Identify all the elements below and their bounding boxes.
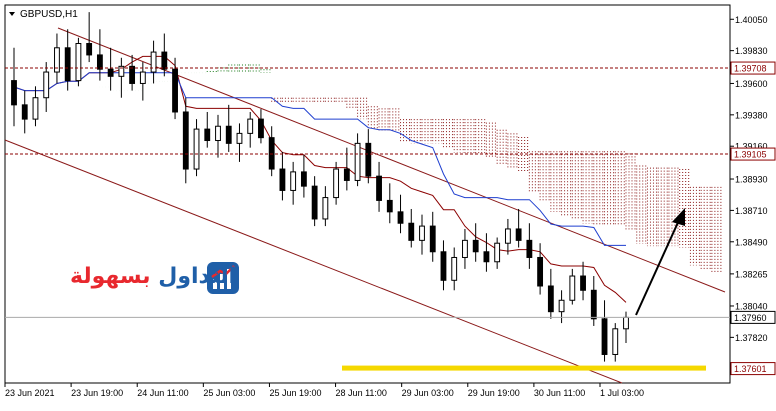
candle-body — [558, 299, 565, 313]
y-tick-label: 1.39600 — [735, 79, 768, 89]
candle-body — [537, 256, 544, 287]
candle-body — [333, 168, 340, 199]
candle-body — [590, 289, 597, 320]
candle-body — [43, 71, 50, 99]
x-tick-label: 23 Jun 19:00 — [71, 388, 123, 398]
x-tick-label: 23 Jun 2021 — [5, 388, 55, 398]
candle-body — [483, 251, 490, 263]
logo-text-accent: بسهولة — [70, 264, 151, 289]
x-tick-label: 24 Jun 11:00 — [137, 388, 188, 398]
candle-body — [215, 125, 221, 142]
candle-body — [526, 239, 533, 258]
candle-body — [376, 175, 382, 201]
candle-body — [462, 239, 468, 258]
y-tick-label: 1.38265 — [735, 269, 768, 279]
candle-body — [419, 225, 425, 241]
candle-body — [322, 197, 329, 220]
candle-body — [623, 316, 629, 330]
candle-body — [601, 318, 608, 355]
candle-body — [193, 128, 200, 170]
candle-body — [96, 54, 103, 70]
candle-body — [11, 80, 17, 106]
candle-body — [161, 51, 168, 70]
logo-text: التداول بسهولة — [70, 264, 236, 289]
chart-title: GBPUSD,H1 — [20, 9, 78, 20]
candle-body — [612, 328, 619, 355]
candle-body — [580, 275, 586, 291]
x-tick-label: 30 Jun 11:00 — [534, 388, 585, 398]
price-label: 1.39708 — [734, 64, 767, 74]
candle-body — [182, 111, 189, 170]
candle-body — [129, 65, 136, 84]
candle-body — [343, 168, 350, 181]
x-tick-label: 28 Jun 11:00 — [336, 388, 387, 398]
candle-body — [397, 211, 404, 224]
candle-body — [75, 43, 82, 82]
y-tick-label: 1.38490 — [735, 237, 768, 247]
candle-body — [258, 118, 264, 139]
candle-body — [311, 185, 318, 220]
candle-body — [204, 128, 211, 142]
x-tick-label: 25 Jun 19:00 — [269, 388, 321, 398]
candle-body — [494, 242, 501, 263]
price-label: 1.37960 — [734, 313, 767, 323]
y-tick-label: 1.39380 — [735, 110, 768, 120]
candle-body — [290, 171, 297, 191]
candle-body — [440, 251, 447, 281]
chart-svg: 1.400501.398301.396001.393801.391601.389… — [4, 4, 776, 398]
candle-body — [515, 228, 522, 241]
candle-body — [86, 43, 93, 56]
candle-body — [150, 51, 157, 73]
candle-body — [247, 118, 254, 134]
candle-body — [408, 222, 415, 241]
candle-body — [569, 275, 576, 301]
candle-body — [354, 142, 361, 181]
candle-body — [172, 68, 178, 113]
candle-body — [279, 168, 286, 191]
y-tick-label: 1.40050 — [735, 15, 768, 25]
y-tick-label: 1.38710 — [735, 206, 768, 216]
price-label: 1.37601 — [734, 364, 767, 374]
x-tick-label: 25 Jun 03:00 — [203, 388, 255, 398]
candle-body — [268, 137, 275, 170]
candle-body — [429, 225, 436, 253]
candle-body — [300, 171, 307, 187]
x-tick-label: 29 Jun 19:00 — [468, 388, 520, 398]
y-tick-label: 1.38930 — [735, 175, 768, 185]
candle-body — [139, 71, 146, 84]
logo-text-main: التداول — [158, 264, 237, 289]
candle-body — [32, 97, 39, 120]
candle-body — [21, 104, 28, 120]
x-tick-label: 1 Jul 03:00 — [600, 388, 644, 398]
candle-body — [64, 47, 71, 82]
candle-body — [107, 68, 114, 77]
support-zone — [342, 365, 706, 371]
candle-body — [365, 142, 372, 177]
candle-body — [236, 132, 243, 144]
candle-body — [472, 239, 479, 253]
y-tick-label: 1.38040 — [735, 301, 768, 311]
candle-body — [547, 285, 554, 313]
y-tick-label: 1.39830 — [735, 46, 768, 56]
candle-body — [504, 228, 511, 244]
candle-body — [451, 256, 458, 281]
x-tick-label: 29 Jun 03:00 — [402, 388, 454, 398]
price-chart: 1.40050 1.39830 1.39600 1.39380 1.39160 1.389… — [0, 0, 776, 406]
candle-body — [386, 199, 393, 213]
y-tick-label: 1.37820 — [735, 333, 768, 343]
price-label: 1.39105 — [734, 150, 767, 160]
candle-body — [225, 125, 232, 144]
